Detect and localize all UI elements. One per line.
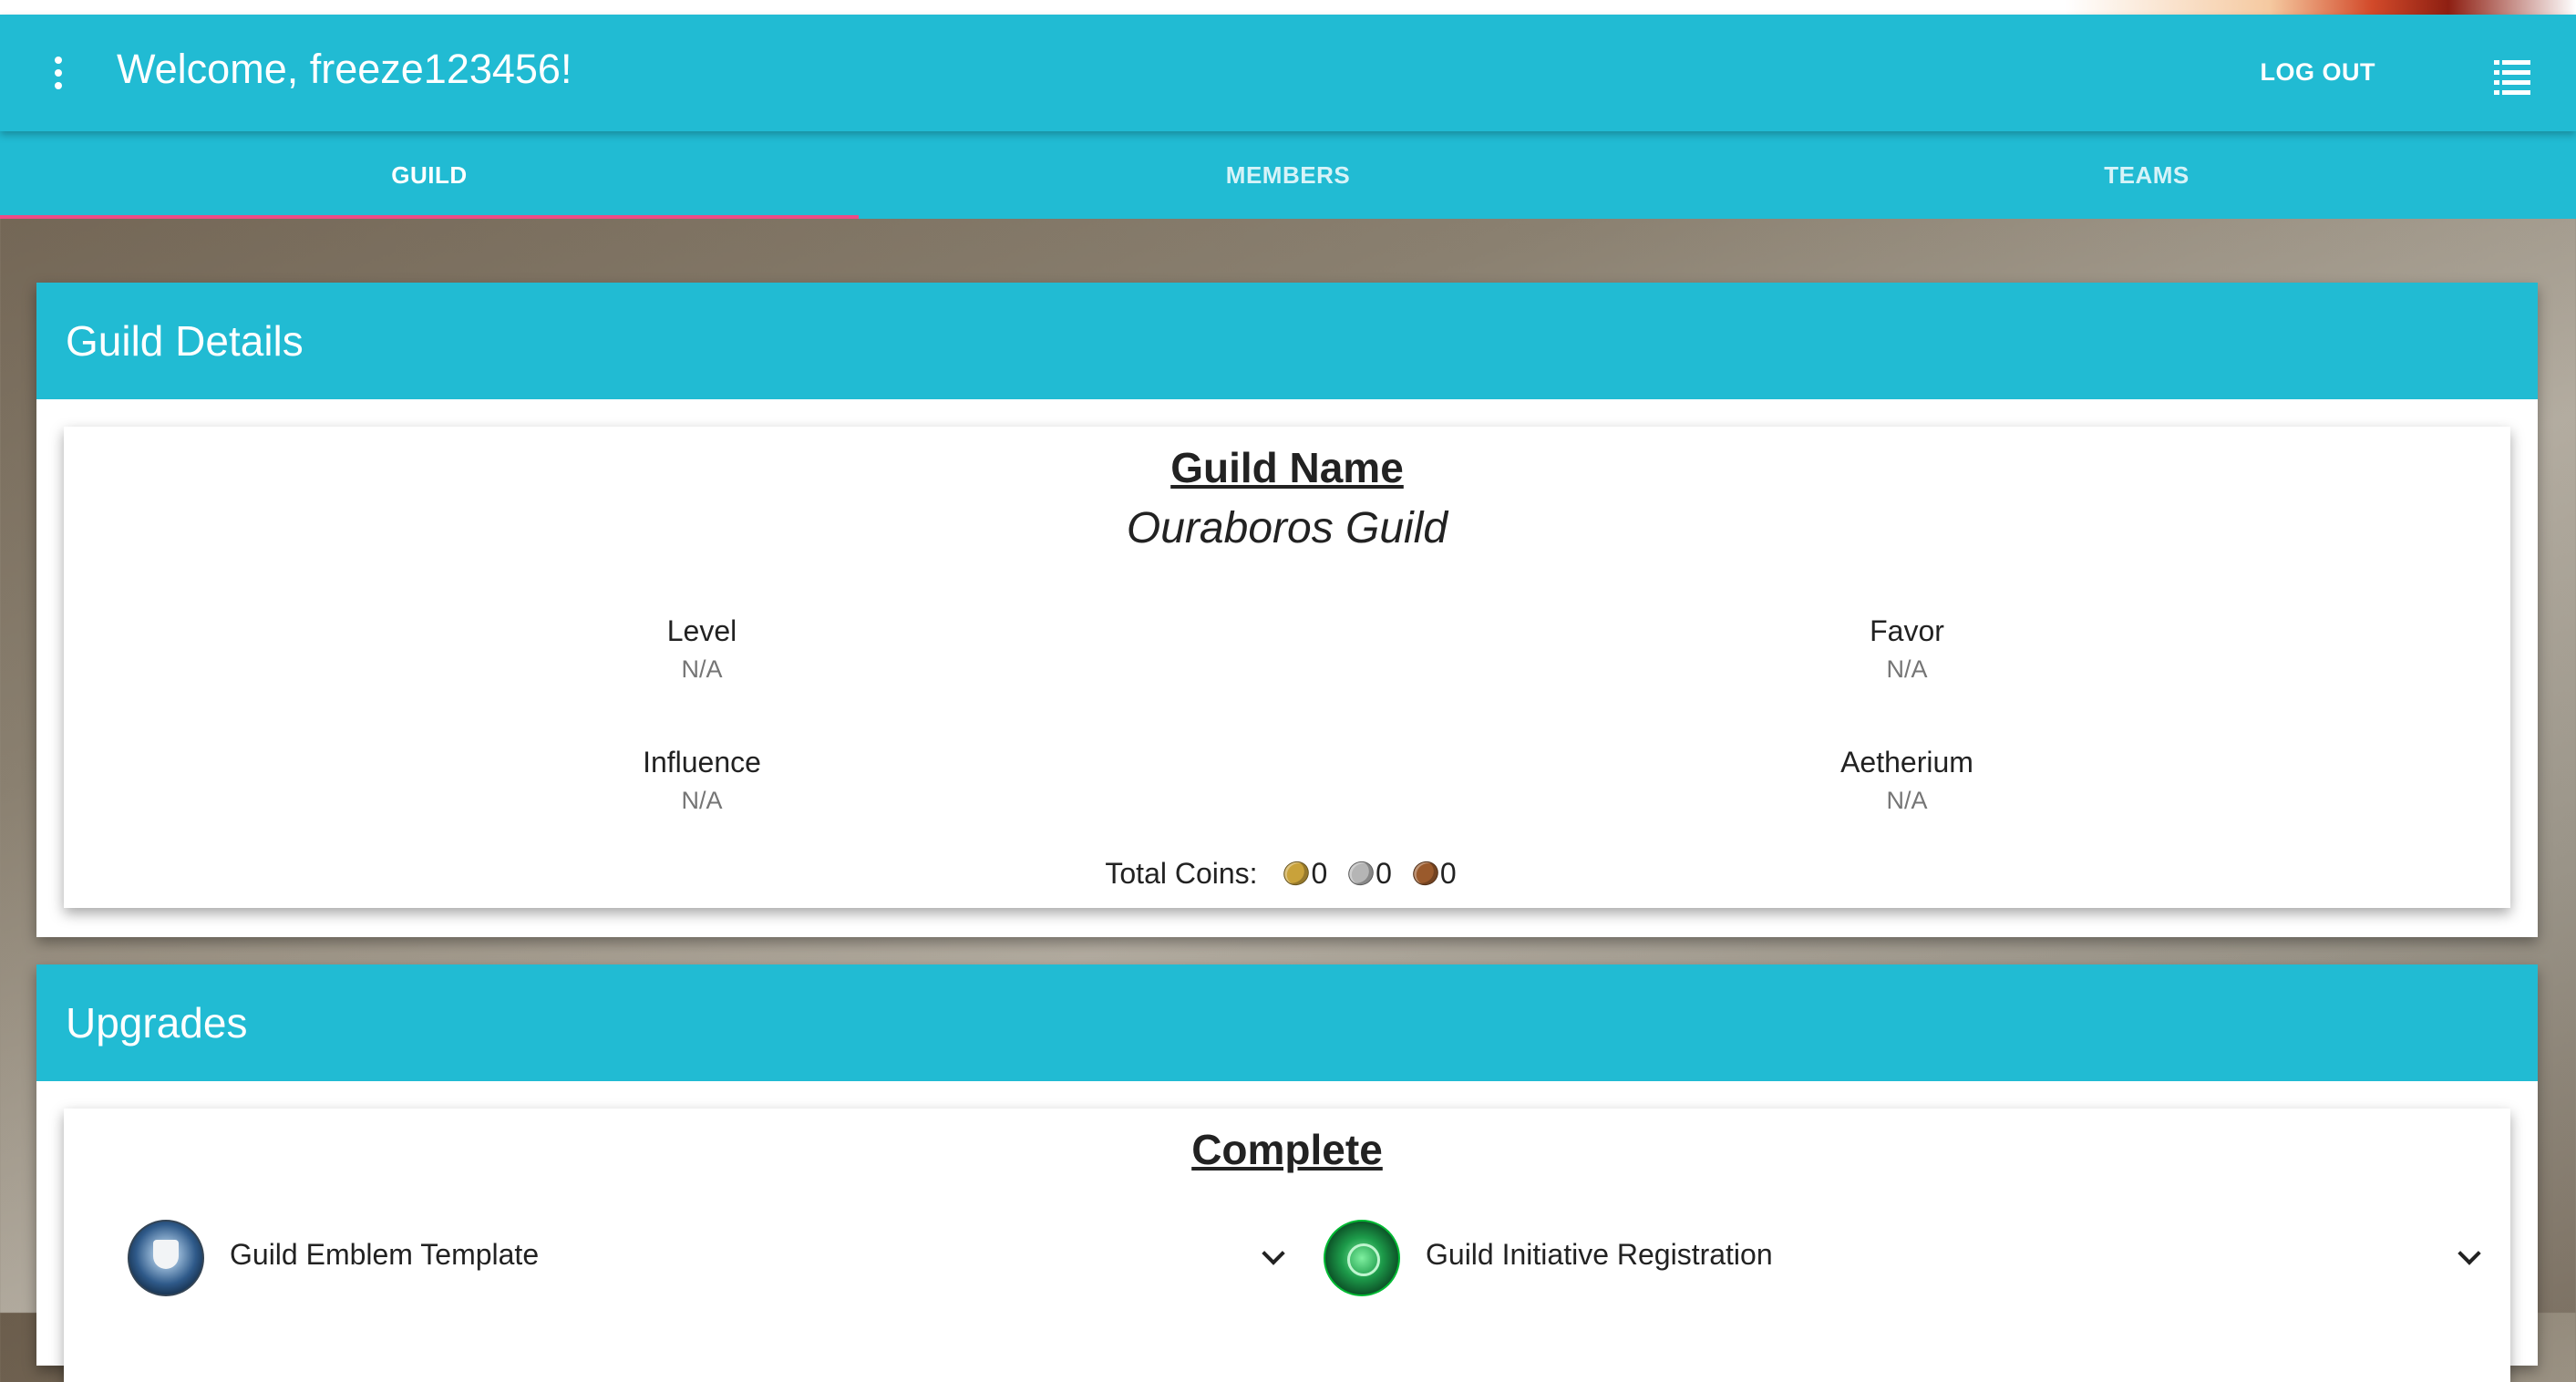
gold-coin-amount: 0: [1311, 857, 1328, 890]
influence-stat: Influence N/A: [474, 746, 930, 815]
upgrades-card: Upgrades Complete Guild Emblem Template …: [36, 964, 2538, 1382]
influence-value: N/A: [681, 787, 723, 814]
tab-teams[interactable]: TEAMS: [1717, 131, 2576, 219]
copper-coin-amount: 0: [1439, 857, 1457, 890]
favor-stat: Favor N/A: [1679, 614, 2135, 684]
guild-emblem-icon: [128, 1220, 204, 1296]
upgrades-body: Complete Guild Emblem Template Guild Ini…: [64, 1109, 2510, 1382]
complete-section-title: Complete: [1191, 1126, 1383, 1173]
logout-button[interactable]: LOG OUT: [2261, 58, 2376, 87]
copper-coin-icon: [1408, 857, 1443, 890]
level-stat: Level N/A: [474, 614, 930, 684]
level-label: Level: [666, 614, 737, 647]
list-icon[interactable]: [2494, 60, 2530, 95]
upgrade-name: Guild Initiative Registration: [1426, 1238, 1773, 1271]
app-bar: Welcome, freeze123456! LOG OUT: [0, 15, 2576, 131]
guild-details-body: Guild Name Ouraboros Guild Level N/A Fav…: [64, 427, 2510, 908]
aetherium-stat: Aetherium N/A: [1679, 746, 2135, 815]
silver-coin-amount: 0: [1376, 857, 1392, 890]
favor-value: N/A: [1886, 655, 1928, 683]
silver-coin-icon: [1344, 857, 1378, 890]
tab-members[interactable]: MEMBERS: [859, 131, 1717, 219]
chevron-down-icon[interactable]: [1260, 1243, 1285, 1269]
guild-name-value: Ouraboros Guild: [1126, 504, 1448, 552]
more-vert-icon[interactable]: [47, 57, 69, 93]
gold-coin-icon: [1280, 857, 1314, 890]
upgrade-item-guild-emblem-template[interactable]: Guild Emblem Template: [128, 1220, 1285, 1296]
total-coins: Total Coins: 0 0 0: [64, 857, 2510, 891]
guild-name-label: Guild Name: [1170, 444, 1404, 491]
tab-guild[interactable]: GUILD: [0, 131, 859, 219]
guild-initiative-icon: [1324, 1220, 1400, 1296]
aetherium-value: N/A: [1886, 787, 1928, 814]
guild-details-card: Guild Details Guild Name Ouraboros Guild…: [36, 283, 2538, 937]
guild-details-title: Guild Details: [36, 283, 2538, 399]
influence-label: Influence: [643, 746, 761, 779]
upgrades-title: Upgrades: [36, 964, 2538, 1081]
active-tab-indicator: [0, 215, 859, 219]
welcome-title: Welcome, freeze123456!: [117, 46, 572, 92]
chevron-down-icon[interactable]: [2456, 1243, 2481, 1269]
tab-bar: GUILD MEMBERS TEAMS: [0, 131, 2576, 219]
level-value: N/A: [681, 655, 723, 683]
upgrade-name: Guild Emblem Template: [230, 1238, 540, 1271]
upgrade-item-guild-initiative-registration[interactable]: Guild Initiative Registration: [1324, 1220, 2481, 1296]
total-coins-label: Total Coins:: [1105, 857, 1258, 890]
background-art: [2066, 0, 2576, 15]
aetherium-label: Aetherium: [1840, 746, 1973, 779]
favor-label: Favor: [1870, 614, 1944, 647]
